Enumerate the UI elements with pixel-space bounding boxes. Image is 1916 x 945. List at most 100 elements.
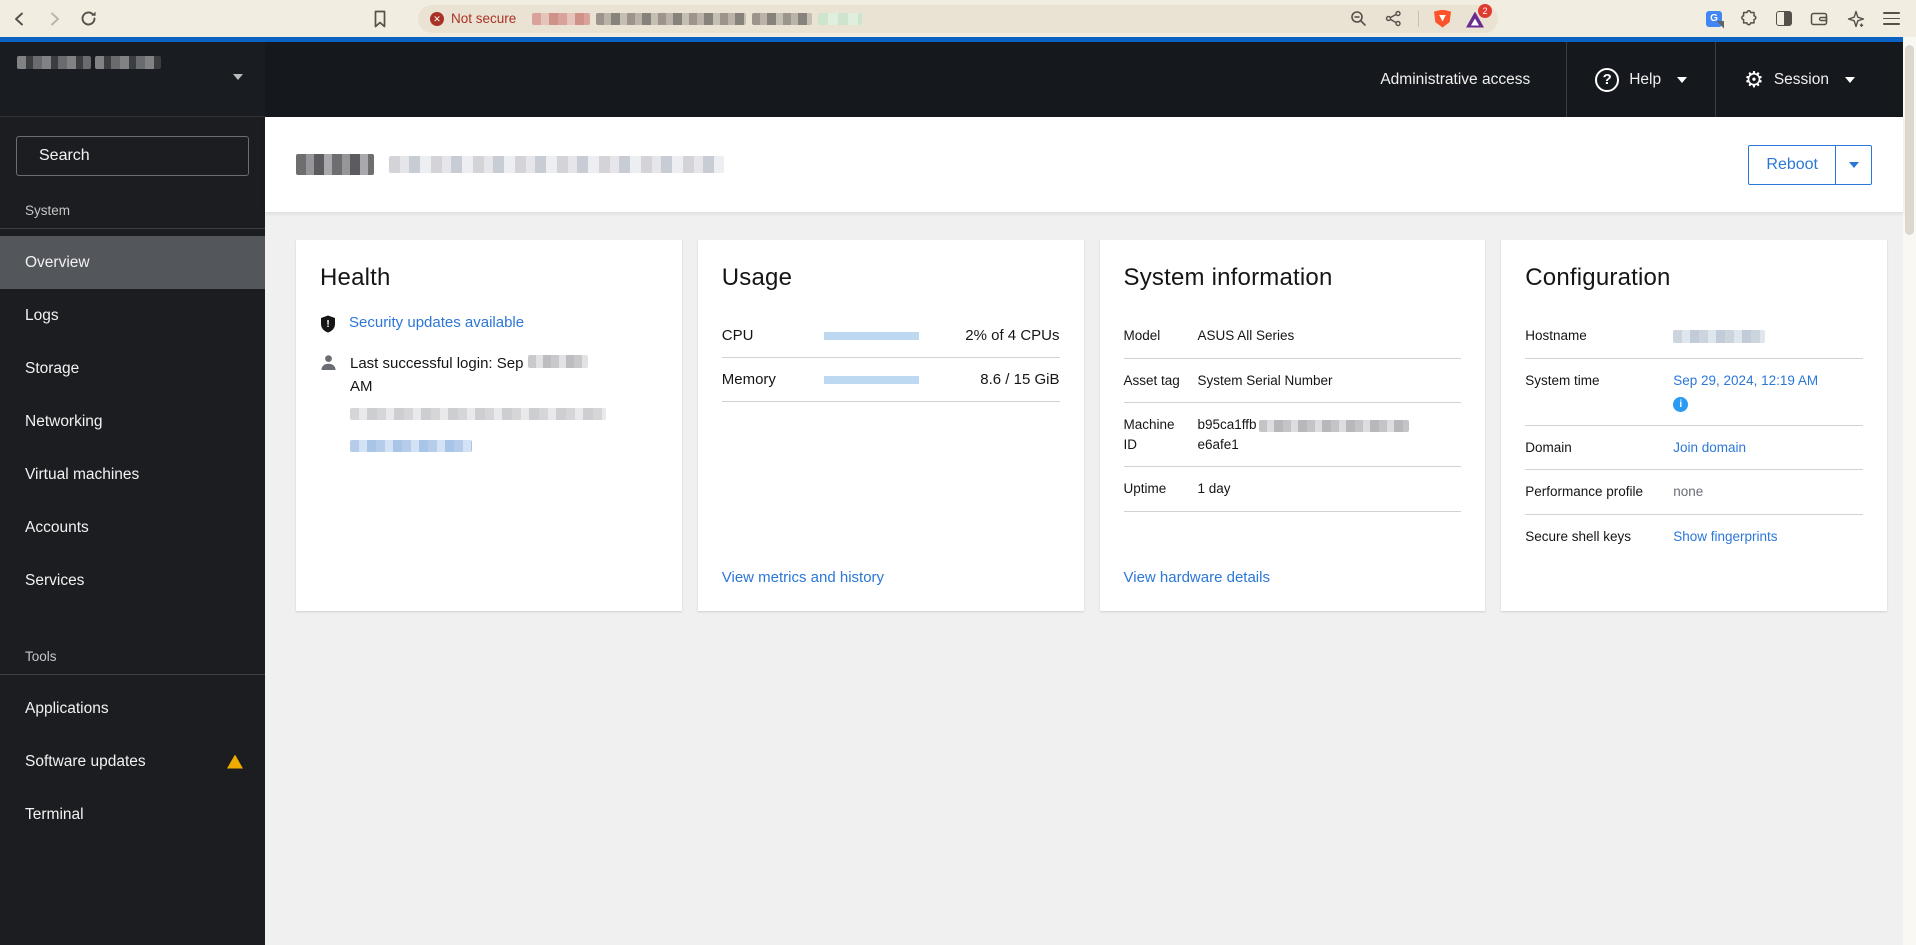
sidebar-item-virtual-machines[interactable]: Virtual machines [0,448,265,501]
host-description-redacted [389,156,724,173]
card-title: System information [1123,264,1333,291]
chevron-down-icon [233,74,243,80]
sidebar-item-logs[interactable]: Logs [0,289,265,342]
reboot-split-button: Reboot [1748,144,1872,185]
wallet-icon[interactable] [1809,9,1829,29]
nav-section-tools: Tools Applications Software updates Term… [0,649,265,841]
gear-icon: ⚙ [1744,66,1764,92]
hostname-row: Hostname [1525,314,1863,359]
scrollbar[interactable] [1903,37,1916,945]
urlbar-divider [1418,10,1419,27]
sidebar: System Overview Logs Storage Networking … [0,117,265,945]
sidebar-item-services[interactable]: Services [0,554,265,607]
uptime-value: 1 day [1197,481,1231,497]
join-domain-link[interactable]: Join domain [1673,438,1863,458]
sidebar-search[interactable] [16,136,249,176]
security-updates-link[interactable]: Security updates available [349,314,524,331]
secure-shell-keys-row: Secure shell keys Show fingerprints [1525,515,1863,559]
reboot-menu-toggle[interactable] [1836,144,1872,185]
chevron-down-icon [1845,76,1855,83]
system-time-link[interactable]: Sep 29, 2024, 12:19 AM [1673,373,1818,388]
machine-id-value: b95ca1ffb e6afe1 [1198,415,1462,454]
reboot-button[interactable]: Reboot [1748,144,1836,185]
health-card: Health ! Security updates available Last… [296,240,682,611]
administrative-access-label[interactable]: Administrative access [1380,71,1566,89]
not-secure-label: Not secure [451,11,517,26]
system-information-card: System information Model ASUS All Series… [1099,240,1486,611]
memory-label: Memory [721,371,776,388]
cpu-progress-bar [823,331,919,340]
login-date-redacted [527,355,588,368]
usage-card: Usage CPU 2% of 4 CPUs Memory 8.6 / 15 G… [697,240,1084,611]
configuration-card: Configuration Hostname System time Sep 2… [1501,240,1887,611]
performance-profile-value: none [1673,484,1704,500]
warning-icon [227,754,243,769]
not-secure-icon: ✕ [430,11,444,26]
login-history-link-redacted [350,439,472,452]
chevron-down-icon [1677,76,1688,83]
sidebar-item-storage[interactable]: Storage [0,342,265,395]
overview-cards: Health ! Security updates available Last… [265,212,1903,611]
machine-id-row: Machine ID b95ca1ffb e6afe1 [1123,403,1462,468]
masthead: Administrative access ? Help ⚙ Session [0,42,1903,117]
nav-section-system: System Overview Logs Storage Networking … [0,203,265,607]
brand-logo-redacted [17,56,91,69]
view-metrics-link[interactable]: View metrics and history [722,569,884,586]
performance-profile-row: Performance profile none [1525,470,1863,515]
memory-value: 8.6 / 15 GiB [980,371,1060,388]
brave-rewards-icon[interactable]: 2 [1466,3,1492,28]
system-time-row: System time Sep 29, 2024, 12:19 AM i [1525,359,1863,426]
info-icon[interactable]: i [1673,397,1689,413]
main-content: Reboot Health ! Security updates availab… [265,117,1903,945]
help-icon: ? [1595,67,1620,92]
forward-icon[interactable] [44,9,64,29]
uptime-row: Uptime 1 day [1123,467,1462,512]
share-icon[interactable] [1383,9,1403,29]
card-title: Configuration [1525,264,1671,291]
view-hardware-details-link[interactable]: View hardware details [1124,569,1270,586]
reload-icon[interactable] [78,9,98,29]
back-icon[interactable] [10,9,30,29]
extensions-icon[interactable] [1739,9,1759,29]
leo-ai-icon[interactable] [1846,9,1866,29]
asset-tag-value: System Serial Number [1197,372,1333,388]
cpu-usage-row: CPU 2% of 4 CPUs [721,314,1060,358]
host-switcher[interactable] [0,42,265,117]
cpu-label: CPU [721,327,754,344]
hostname-value-redacted [1673,329,1766,343]
menu-icon[interactable] [1883,12,1900,25]
scrollbar-thumb[interactable] [1905,45,1914,235]
sidebar-toggle-icon[interactable] [1776,11,1792,26]
url-bar[interactable]: ✕ Not secure 2 [418,3,1498,33]
brave-shield-icon[interactable] [1434,9,1451,28]
sidebar-item-terminal[interactable]: Terminal [0,788,265,841]
login-host-redacted [350,408,606,420]
help-menu[interactable]: ? Help [1567,42,1715,117]
nav-section-title: System [25,203,71,218]
sidebar-item-overview[interactable]: Overview [0,236,265,289]
show-fingerprints-link[interactable]: Show fingerprints [1673,527,1863,547]
session-label: Session [1773,70,1829,88]
browser-chrome: ✕ Not secure 2 G [0,0,1916,37]
search-input[interactable] [39,147,246,165]
sidebar-item-software-updates[interactable]: Software updates [0,735,265,788]
page-header: Reboot [265,117,1903,212]
session-menu[interactable]: ⚙ Session [1716,42,1903,117]
zoom-out-icon[interactable] [1348,9,1368,29]
hostname-redacted [296,154,374,175]
memory-progress-bar [823,375,919,384]
svg-text:!: ! [326,319,329,330]
help-label: Help [1629,70,1662,88]
translate-icon[interactable]: G [1706,10,1722,27]
bookmark-icon[interactable] [370,9,390,29]
domain-row: Domain Join domain [1525,426,1863,471]
card-title: Health [320,264,391,291]
memory-usage-row: Memory 8.6 / 15 GiB [721,358,1060,402]
sidebar-item-accounts[interactable]: Accounts [0,501,265,554]
sidebar-item-networking[interactable]: Networking [0,395,265,448]
nav-section-title: Tools [25,649,57,664]
sidebar-item-applications[interactable]: Applications [0,682,265,735]
not-secure-chip[interactable]: ✕ Not secure [430,11,516,26]
machine-id-redacted [1258,419,1409,432]
model-value: ASUS All Series [1197,328,1295,343]
